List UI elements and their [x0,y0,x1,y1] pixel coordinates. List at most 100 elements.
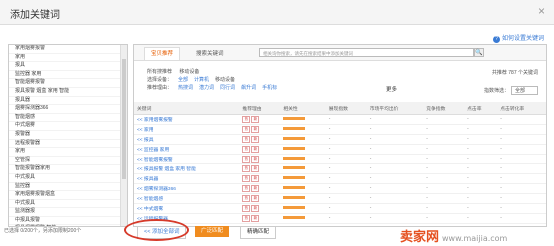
keyword-cell[interactable]: << 监控器 家用 [134,144,240,155]
left-list-item[interactable]: 监控器 [9,183,127,192]
highlight-circle [124,219,189,241]
keyword-cell[interactable]: << 家用 [134,124,240,135]
metric-cell: - [366,183,424,195]
metric-cell: - [366,144,424,155]
left-list-item[interactable]: 中式烟雾 [9,122,127,131]
tab-recommend[interactable]: 宝贝推荐 [144,47,181,60]
table-row: << 智能烟雾报警热新 - - - - - [134,154,546,165]
keyword-cell[interactable]: << 智能烟雾报警 [134,154,240,165]
device-all[interactable]: 全部 [178,77,188,83]
reason-peer[interactable]: 同行词 [220,85,235,91]
broad-match-button[interactable]: 广泛匹配 [195,226,230,237]
left-list-item[interactable]: 报具报警 烟盒 家用 智能 [9,88,127,97]
reason-cell: 热新 [239,124,281,135]
keyword-cell[interactable]: << 报具 [134,134,240,145]
keyword-cell[interactable]: << 报具器 [134,173,240,185]
reason-hot[interactable]: 热搜词 [178,85,193,91]
reason-cell: 热新 [239,163,281,175]
category-value[interactable]: 移动设备 [179,69,199,75]
table-row: << 中式烟雾热新 - - - - - [134,203,546,214]
reason-badge: 热 [242,195,251,203]
reason-cell: 热新 [239,183,281,195]
left-list-item[interactable]: 烟雾探测器366 [9,105,127,114]
left-list-item[interactable]: 家用 [9,148,127,157]
device-computer[interactable]: 计算机 [194,77,209,83]
column-header[interactable]: 关键词 [134,102,240,115]
keyword-cell[interactable]: << 家用烟雾报警 [134,114,240,125]
filter-block: 所有搜推荐 移动设备 选择设备： 全部 计算机 移动设备 推荐理由： 热搜词 潜力词 同行词… [147,68,277,92]
keyword-cell[interactable]: << 报具报警 烟盒 家用 智能 [134,163,240,175]
left-list-item[interactable]: 报具 [9,62,127,71]
left-list-item[interactable]: 报警器 [9,131,127,140]
device-mobile[interactable]: 移动设备 [215,77,235,83]
metric-cell: - [423,173,465,185]
more-dropdown[interactable]: 更多 [386,85,397,93]
reason-badge: 新 [251,214,260,222]
search-icon[interactable]: 🔍 [474,48,484,57]
column-header[interactable]: 市场平均出价 [366,102,424,115]
metric-cell: - [366,154,424,165]
table-row: << 家用热新 - - - - - [134,124,546,135]
help-link[interactable]: ? 如何设置关键词 [492,33,544,43]
left-list-item[interactable]: 报具器 [9,97,127,106]
metric-cell: - [423,114,465,125]
metric-cell: - [325,163,367,175]
reason-cell: 热新 [239,154,281,165]
metric-cell: - [325,213,367,224]
keyword-cell[interactable]: << 智能烟感 [134,193,240,205]
selected-keyword-list[interactable]: 家用烟雾报警 家用 报具 监控器 家用 智能烟雾报警 报具报警 烟盒 家用 智能 报具器 烟雾… [8,44,128,227]
reason-rising[interactable]: 飙升词 [241,85,256,91]
reason-badge: 热 [242,185,251,193]
reason-mobile[interactable]: 手机标 [262,85,277,91]
column-header[interactable]: 点击率 [464,102,498,115]
left-list-item[interactable]: 监测器报 [9,208,127,217]
index-filter-select[interactable]: 全部 [510,86,538,95]
metric-cell: - [325,173,367,185]
metric-cell: - [366,114,424,125]
reason-badge: 新 [251,125,260,133]
relevance-bar [283,116,306,120]
index-filter: 指数筛选： 全部 [484,86,538,95]
left-list-item[interactable]: 中式报具 [9,200,127,209]
left-list-item[interactable]: 家用 [9,54,127,63]
tab-search-keywords[interactable]: 搜索关键词 [196,49,224,57]
table-row: << 监控器 家用热新 - - - - - [134,144,546,155]
reason-badge: 热 [242,115,251,123]
column-header[interactable]: 推荐理由 [239,102,281,115]
metric-cell: - [464,173,498,185]
reason-badge: 新 [251,115,260,123]
metric-cell: - [366,203,424,214]
search-input[interactable]: 相关询你搜索，请先在搜索结果中添加关键词 [259,48,474,57]
keyword-panel: 宝贝推荐 搜索关键词 相关询你搜索，请先在搜索结果中添加关键词 🔍 所有搜推荐 … [133,44,547,227]
reason-badge: 新 [251,185,260,193]
table-row: << 烟雾探测器366 热新 - - - - - [134,183,546,195]
metric-cell: - [497,193,546,205]
column-header[interactable]: 点击转化率 [497,102,546,115]
metric-cell: - [497,124,546,135]
left-list-item[interactable]: 中式报具 [9,174,127,183]
exact-match-button[interactable]: 精确匹配 [240,226,277,239]
left-list-item[interactable]: 家用烟雾报警烟盒 [9,191,127,200]
scrollbar[interactable] [120,45,127,226]
metric-cell: - [325,183,367,195]
metric-cell: - [325,193,367,205]
reason-cell: 热新 [239,134,281,145]
keyword-cell[interactable]: << 烟雾探测器366 [134,183,240,195]
left-list-item[interactable]: 远程报警器 [9,140,127,149]
reason-potential[interactable]: 潜力词 [199,85,214,91]
column-header[interactable]: 相关性 [280,102,326,115]
metric-cell: - [464,154,498,165]
column-header[interactable]: 竞争指数 [423,102,465,115]
relevance-cell [280,213,326,224]
metric-cell: - [366,173,424,185]
left-list-item[interactable]: 家用烟雾报警 [9,45,127,54]
close-icon[interactable]: × [538,4,545,18]
scrollbar-thumb[interactable] [122,59,126,179]
metric-cell: - [366,193,424,205]
metric-cell: - [497,163,546,175]
keyword-cell[interactable]: << 中式烟雾 [134,203,240,214]
reason-cell: 热新 [239,173,281,185]
left-list-item[interactable]: 智能烟雾报警 [9,79,127,88]
column-header[interactable]: 展现指数 [325,102,367,115]
left-list-item[interactable]: 智能报警器家用 [9,165,127,174]
